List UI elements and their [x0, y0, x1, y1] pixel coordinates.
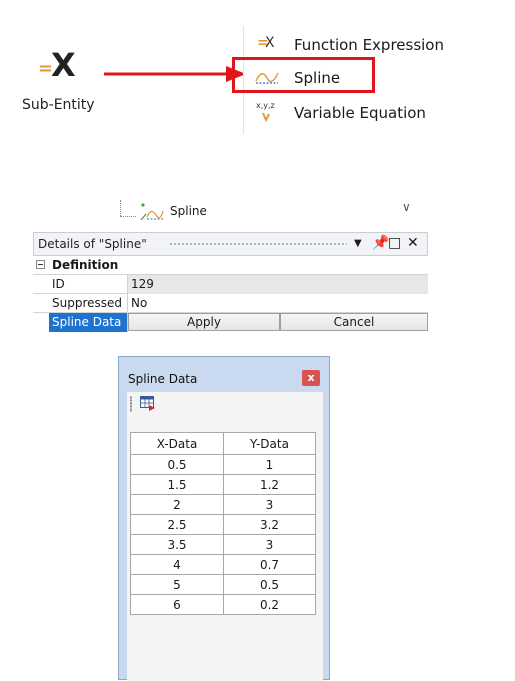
annotation-arrow: [104, 66, 246, 82]
sub-entity-button[interactable]: = X Sub-Entity: [22, 45, 102, 121]
close-icon[interactable]: ✕: [407, 235, 419, 251]
details-title: Details of "Spline": [38, 237, 147, 251]
dropdown-arrow-icon[interactable]: ▼: [354, 238, 362, 249]
property-key: Spline Data: [49, 313, 128, 332]
spline-tree-icon: [140, 203, 164, 221]
table-row: 23: [130, 494, 316, 515]
property-value[interactable]: No: [128, 294, 428, 313]
table-row: 1.5 1.2: [130, 474, 316, 495]
table-row: 2.5 3.2: [130, 514, 316, 535]
y-cell[interactable]: 0.7: [223, 554, 316, 575]
sub-entity-label: Sub-Entity: [22, 97, 95, 113]
x-cell[interactable]: 0.5: [130, 454, 224, 475]
column-header-y[interactable]: Y-Data: [223, 432, 316, 455]
y-cell[interactable]: 3: [223, 534, 316, 555]
property-row-id[interactable]: ID 129: [33, 275, 428, 294]
property-key: Suppressed: [49, 294, 128, 313]
dialog-body: X-Data Y-Data 0.5 1 1.5 1.2 23 2.5 3.2 3.5 3…: [127, 392, 323, 681]
tree-node-label: Spline: [170, 204, 207, 218]
menu-item-label: Function Expression: [294, 36, 444, 54]
section-row-definition: Definition: [33, 256, 428, 275]
spline-highlight-box: [232, 57, 375, 93]
x-cell[interactable]: 2.5: [130, 514, 224, 535]
y-cell[interactable]: 0.5: [223, 574, 316, 595]
details-header: Details of "Spline" ▼ 📌 □ ✕: [33, 232, 428, 256]
property-key: ID: [49, 275, 128, 294]
x-cell[interactable]: 6: [130, 594, 224, 615]
column-header-x[interactable]: X-Data: [130, 432, 224, 455]
y-cell[interactable]: 1.2: [223, 474, 316, 495]
y-cell[interactable]: 3.2: [223, 514, 316, 535]
x-cell[interactable]: 4: [130, 554, 224, 575]
y-cell[interactable]: 0.2: [223, 594, 316, 615]
close-icon[interactable]: x: [302, 370, 320, 386]
x-cell[interactable]: 1.5: [130, 474, 224, 495]
table-import-icon[interactable]: [140, 395, 156, 411]
x-cell[interactable]: 3.5: [130, 534, 224, 555]
tree-node-row[interactable]: Spline ∨: [120, 198, 420, 228]
menu-item-label: Variable Equation: [294, 104, 426, 122]
pin-icon[interactable]: 📌: [372, 235, 389, 251]
table-row: 3.5 3: [130, 534, 316, 555]
dialog-title: Spline Data: [128, 372, 198, 386]
spline-data-dialog: Spline Data x X-Data Y-Data 0.5 1 1.5 1.2 …: [118, 356, 330, 681]
collapse-icon[interactable]: [36, 260, 45, 269]
menu-item-variable-equation[interactable]: x,y,z Variable Equation: [254, 99, 504, 127]
details-panel: Details of "Spline" ▼ 📌 □ ✕ Definition I…: [33, 232, 428, 350]
x-cell[interactable]: 5: [130, 574, 224, 595]
property-row-spline-data[interactable]: Spline Data Apply Cancel: [33, 313, 428, 332]
property-row-suppressed[interactable]: Suppressed No: [33, 294, 428, 313]
variable-equation-icon: x,y,z: [254, 101, 284, 123]
table-row: 5 0.5: [130, 574, 316, 595]
y-cell[interactable]: 1: [223, 454, 316, 475]
maximize-icon[interactable]: □: [388, 235, 401, 251]
toolbar-grip: [130, 396, 132, 412]
cancel-button[interactable]: Cancel: [280, 313, 428, 331]
x-cell[interactable]: 2: [130, 494, 224, 515]
spline-data-table: X-Data Y-Data 0.5 1 1.5 1.2 23 2.5 3.2 3.5 3…: [130, 432, 316, 615]
property-value: 129: [128, 275, 428, 294]
y-cell[interactable]: 3: [223, 494, 316, 515]
function-expression-icon: = X: [257, 35, 275, 51]
table-row: 4 0.7: [130, 554, 316, 575]
chevron-down-icon[interactable]: ∨: [402, 200, 411, 214]
section-title: Definition: [52, 258, 119, 272]
apply-button[interactable]: Apply: [128, 313, 280, 331]
menu-item-function-expression[interactable]: = X Function Expression: [254, 31, 504, 59]
table-row: 0.5 1: [130, 454, 316, 475]
table-row: 6 0.2: [130, 594, 316, 615]
